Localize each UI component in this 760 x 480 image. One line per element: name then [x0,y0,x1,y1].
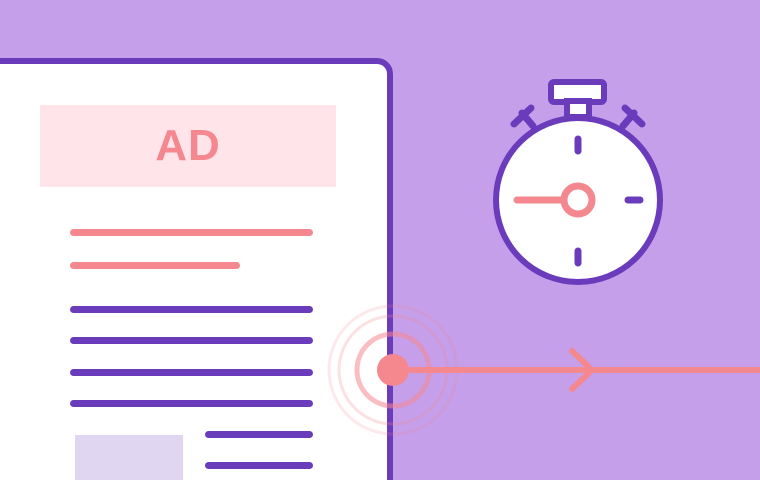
stopwatch-icon [493,79,663,285]
overlay-graphics [327,79,760,436]
arrow-right-icon [390,348,760,392]
illustration-scene: AD [0,0,760,480]
